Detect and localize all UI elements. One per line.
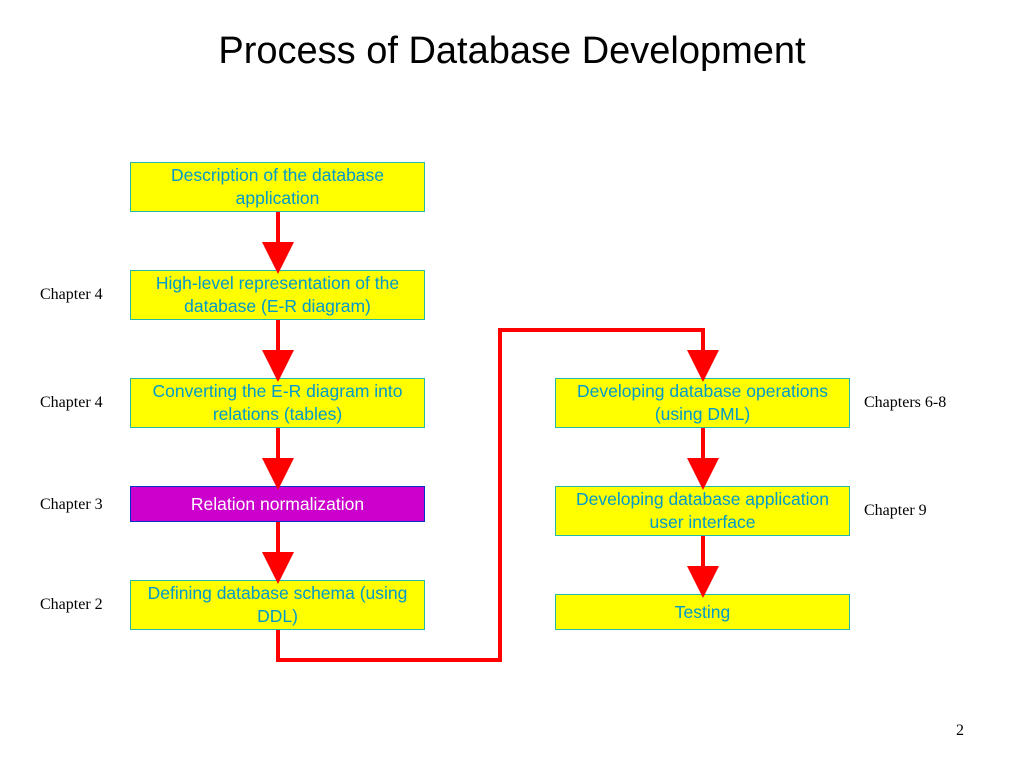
box-highlevel: High-level representation of the databas… bbox=[130, 270, 425, 320]
slide-title: Process of Database Development bbox=[0, 30, 1024, 73]
box-testing: Testing bbox=[555, 594, 850, 630]
label-chapter-2: Chapter 2 bbox=[40, 596, 103, 614]
page-number: 2 bbox=[956, 722, 964, 740]
label-chapters-6-8: Chapters 6-8 bbox=[864, 394, 946, 412]
box-operations: Developing database operations (using DM… bbox=[555, 378, 850, 428]
box-ui: Developing database application user int… bbox=[555, 486, 850, 536]
box-converting: Converting the E-R diagram into relation… bbox=[130, 378, 425, 428]
box-description: Description of the database application bbox=[130, 162, 425, 212]
box-normalization: Relation normalization bbox=[130, 486, 425, 522]
label-chapter-4b: Chapter 4 bbox=[40, 394, 103, 412]
label-chapter-9: Chapter 9 bbox=[864, 502, 927, 520]
box-schema: Defining database schema (using DDL) bbox=[130, 580, 425, 630]
label-chapter-4a: Chapter 4 bbox=[40, 286, 103, 304]
label-chapter-3: Chapter 3 bbox=[40, 496, 103, 514]
